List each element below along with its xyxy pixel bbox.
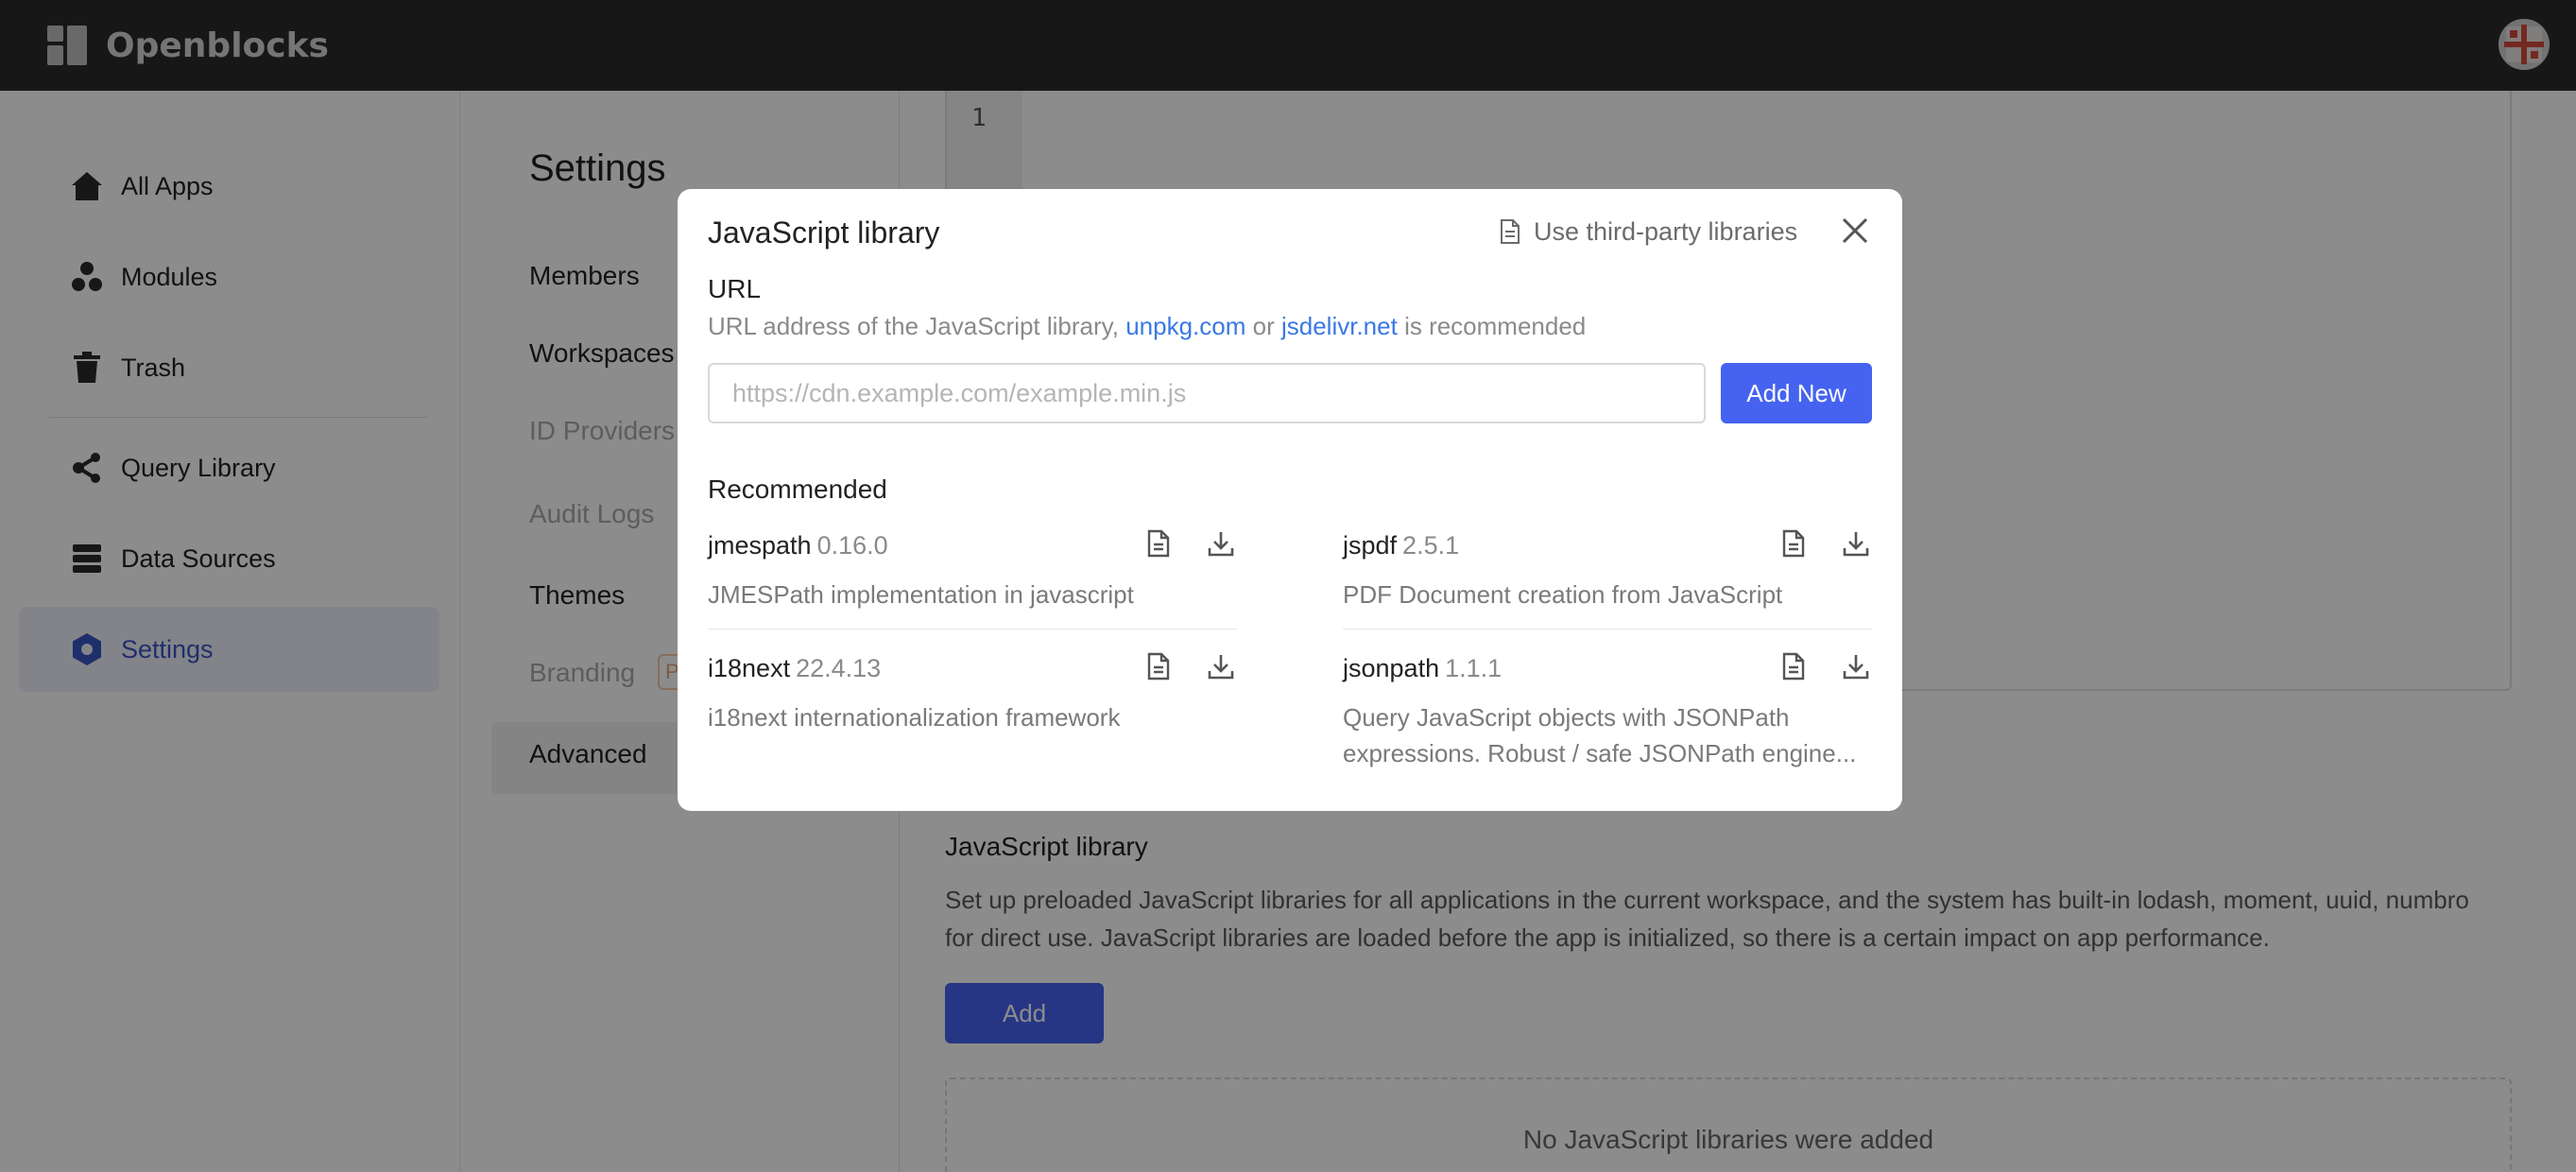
- document-icon[interactable]: [1781, 529, 1812, 560]
- library-description: Query JavaScript objects with JSONPath e…: [1343, 703, 1857, 767]
- modal-title: JavaScript library: [708, 215, 940, 250]
- url-desc-prefix: URL address of the JavaScript library,: [708, 312, 1119, 340]
- unpkg-link[interactable]: unpkg.com: [1125, 312, 1245, 340]
- library-item-i18next: i18next 22.4.13 i18next internationalizat…: [708, 652, 1237, 732]
- document-icon[interactable]: [1146, 529, 1176, 560]
- library-description: i18next internationalization framework: [708, 703, 1121, 732]
- download-icon[interactable]: [1842, 652, 1872, 682]
- library-name: jspdf: [1343, 531, 1398, 560]
- document-icon: [1500, 218, 1524, 246]
- javascript-library-modal: JavaScript library Use third-party libra…: [678, 189, 1902, 811]
- download-icon[interactable]: [1842, 529, 1872, 560]
- download-icon[interactable]: [1207, 652, 1237, 682]
- third-party-libraries-link[interactable]: Use third-party libraries: [1500, 217, 1797, 247]
- library-name: i18next: [708, 654, 791, 682]
- library-version: 1.1.1: [1445, 654, 1503, 682]
- library-actions: [1116, 652, 1237, 682]
- document-icon[interactable]: [1781, 652, 1812, 682]
- library-item-jsonpath: jsonpath 1.1.1 Query JavaScript objects w…: [1343, 652, 1872, 767]
- url-description: URL address of the JavaScript library, u…: [708, 312, 1586, 341]
- library-actions: [1751, 529, 1872, 560]
- url-label: URL: [708, 274, 762, 303]
- library-name: jmespath: [708, 531, 812, 560]
- jsdelivr-link[interactable]: jsdelivr.net: [1281, 312, 1398, 340]
- document-icon[interactable]: [1146, 652, 1176, 682]
- url-input[interactable]: [708, 363, 1706, 423]
- url-desc-suffix: is recommended: [1404, 312, 1587, 340]
- close-icon[interactable]: [1840, 215, 1870, 246]
- library-item-jmespath: jmespath 0.16.0 JMESPath implementation i…: [708, 529, 1237, 609]
- library-description: JMESPath implementation in javascript: [708, 580, 1134, 609]
- library-version: 22.4.13: [796, 654, 882, 682]
- download-icon[interactable]: [1207, 529, 1237, 560]
- recommended-label: Recommended: [708, 474, 887, 504]
- library-actions: [1751, 652, 1872, 682]
- library-name: jsonpath: [1343, 654, 1440, 682]
- library-description: PDF Document creation from JavaScript: [1343, 580, 1783, 609]
- library-version: 0.16.0: [816, 531, 888, 560]
- library-item-jspdf: jspdf 2.5.1 PDF Document creation from Ja…: [1343, 529, 1872, 609]
- url-desc-or: or: [1252, 312, 1275, 340]
- library-version: 2.5.1: [1402, 531, 1460, 560]
- third-party-link-label: Use third-party libraries: [1534, 217, 1798, 246]
- add-new-button[interactable]: Add New: [1721, 363, 1872, 423]
- library-actions: [1116, 529, 1237, 560]
